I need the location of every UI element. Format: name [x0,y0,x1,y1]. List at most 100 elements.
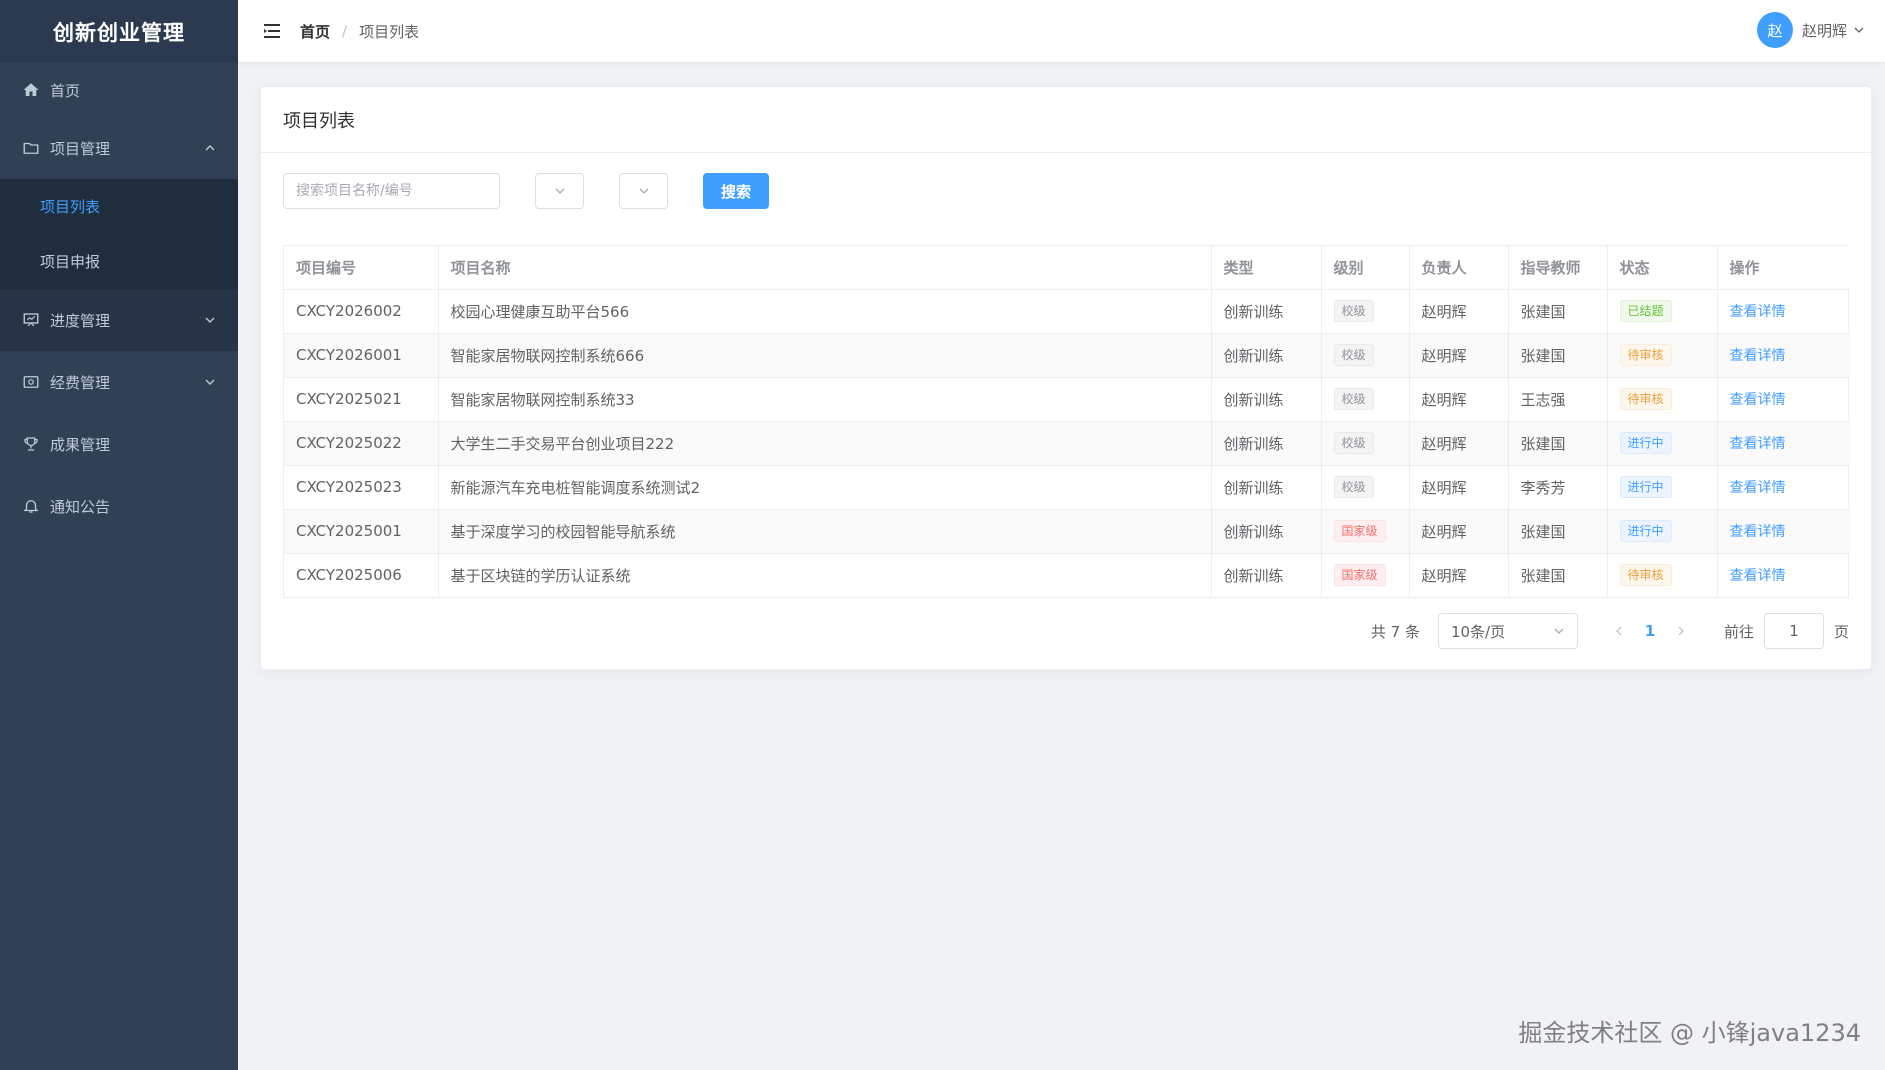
table-body: CXCY2026002 校园心理健康互助平台566 创新训练 校级 赵明辉 张建国 已结题查… [284,289,1850,597]
cell-teacher: 张建国 [1520,566,1566,585]
chevron-up-icon [205,145,215,151]
trophy-icon [22,435,40,453]
level-tag: 校级 [1333,300,1374,322]
cell-type: 创新训练 [1223,566,1284,585]
sidebar-item-label: 成果管理 [50,435,111,454]
table-cell: 张建国 [1508,509,1608,554]
view-detail-link[interactable]: 查看详情 [1730,524,1786,540]
cell-code: CXCY2025023 [296,478,402,496]
sidebar-item-project-apply[interactable]: 项目申报 [0,234,238,289]
cell-leader: 赵明辉 [1421,522,1467,541]
user-menu[interactable]: 赵 赵明辉 [1756,12,1865,48]
sidebar-item-progress-management[interactable]: 进度管理 [0,289,238,351]
table-cell: 查看详情 [1717,553,1850,597]
table-cell: CXCY2026001 [284,333,439,378]
chevron-right-icon [1678,626,1684,636]
view-detail-link[interactable]: 查看详情 [1730,436,1786,452]
cell-name: 智能家居物联网控制系统666 [450,346,645,365]
breadcrumb-home[interactable]: 首页 [300,21,330,42]
table-cell: 创新训练 [1211,509,1322,554]
column-header: 负责人 [1409,246,1509,290]
level-tag: 国家级 [1333,564,1386,587]
cell-code: CXCY2025001 [296,522,402,540]
sidebar-item-project-management[interactable]: 项目管理 [0,117,238,179]
sidebar-item-label: 经费管理 [50,373,111,392]
table-cell: 校级 [1321,421,1410,466]
breadcrumb-current: 项目列表 [359,22,420,41]
cell-type: 创新训练 [1223,346,1284,365]
cell-leader: 赵明辉 [1421,434,1467,453]
cell-code: CXCY2025021 [296,390,402,408]
cell-leader: 赵明辉 [1421,478,1467,497]
sidebar-item-label: 通知公告 [50,497,111,516]
chevron-down-icon [205,317,215,323]
hamburger-icon[interactable] [262,21,282,41]
type-select[interactable] [535,173,584,209]
home-icon [22,81,40,99]
sidebar-item-home[interactable]: 首页 [0,63,238,117]
cell-name: 校园心理健康互助平台566 [450,302,630,321]
table-cell: 智能家居物联网控制系统33 [438,377,1212,422]
table-cell: 校级 [1321,289,1410,334]
goto-suffix: 页 [1833,622,1849,641]
cell-type: 创新训练 [1223,390,1284,409]
table-cell: 查看详情 [1717,509,1850,554]
status-badge: 待审核 [1619,344,1672,366]
user-name: 赵明辉 [1801,21,1847,40]
cell-teacher: 王志强 [1520,390,1566,409]
table-cell: CXCY2025006 [284,553,439,597]
cell-name: 大学生二手交易平台创业项目222 [450,434,675,453]
table-header-row: 项目编号 项目名称 类型 级别 负责人 指导教师 状态 操作 [284,246,1850,290]
app-logo: 创新创业管理 [0,0,238,63]
sidebar-item-funds-management[interactable]: 经费管理 [0,351,238,413]
view-detail-link[interactable]: 查看详情 [1730,348,1786,364]
table-cell: 张建国 [1508,289,1608,334]
goto-page-input[interactable] [1763,613,1824,649]
prev-page-button[interactable] [1604,616,1634,646]
sidebar-item-label: 进度管理 [50,311,111,330]
table-cell: 校级 [1321,333,1410,378]
status-select[interactable] [619,173,668,209]
chevron-down-icon [205,379,215,385]
breadcrumb-separator: / [342,22,348,40]
view-detail-link[interactable]: 查看详情 [1730,304,1786,320]
sidebar-item-notice[interactable]: 通知公告 [0,475,238,537]
view-detail-link[interactable]: 查看详情 [1730,392,1786,408]
view-detail-link[interactable]: 查看详情 [1730,568,1786,584]
next-page-button[interactable] [1666,616,1696,646]
table-cell: 已结题 [1607,289,1718,334]
sidebar-item-project-list[interactable]: 项目列表 [0,179,238,234]
table-cell: 进行中 [1607,509,1718,554]
table-cell: 查看详情 [1717,377,1850,422]
table-cell: 赵明辉 [1409,465,1509,510]
cell-type: 创新训练 [1223,434,1284,453]
status-badge: 进行中 [1619,476,1672,498]
table-cell: 基于深度学习的校园智能导航系统 [438,509,1212,554]
page-size-select[interactable]: 10条/页 [1437,613,1578,649]
page-number[interactable]: 1 [1634,622,1666,640]
table-cell: 查看详情 [1717,421,1850,466]
cell-teacher: 李秀芳 [1520,478,1566,497]
table-cell: 查看详情 [1717,289,1850,334]
search-input[interactable] [283,173,500,209]
sidebar-item-label: 项目管理 [50,139,111,158]
pagination-total: 共 7 条 [1370,622,1420,641]
table-cell: 进行中 [1607,465,1718,510]
search-button[interactable]: 搜索 [703,173,769,209]
sidebar-item-achievement-management[interactable]: 成果管理 [0,413,238,475]
cell-leader: 赵明辉 [1421,390,1467,409]
table-cell: 赵明辉 [1409,377,1509,422]
pagination: 共 7 条 10条/页 1 前往 页 [1371,613,1849,649]
cell-name: 基于区块链的学历认证系统 [450,566,631,585]
goto-label: 前往 [1723,622,1754,641]
cell-teacher: 张建国 [1520,302,1566,321]
table-row: CXCY2025023 新能源汽车充电桩智能调度系统测试2 创新训练 校级 赵明辉 李秀芳… [284,465,1850,510]
cell-leader: 赵明辉 [1421,302,1467,321]
avatar: 赵 [1756,12,1793,48]
page-size-value: 10条/页 [1450,622,1506,641]
chevron-left-icon [1616,626,1622,636]
table-cell: 赵明辉 [1409,421,1509,466]
status-badge: 待审核 [1619,564,1672,587]
chevron-down-icon [555,188,564,194]
view-detail-link[interactable]: 查看详情 [1730,480,1786,496]
